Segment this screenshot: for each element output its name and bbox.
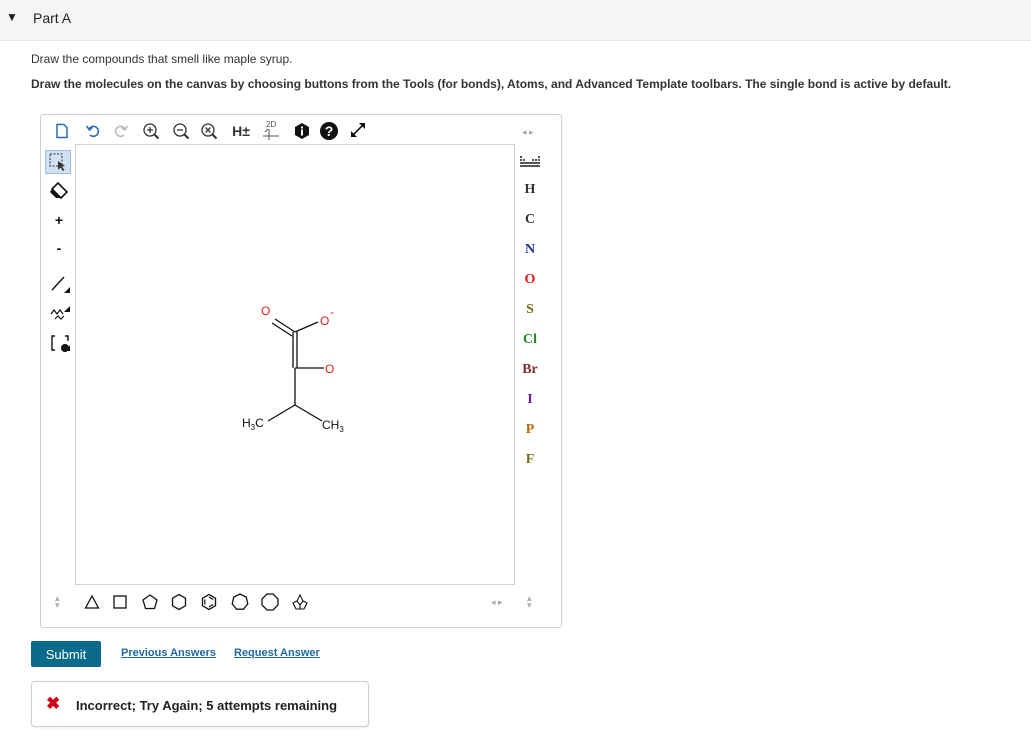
incorrect-icon: ✖ — [46, 694, 61, 713]
cyclobutane-template-icon[interactable] — [110, 592, 130, 612]
hydrogen-toggle-button[interactable]: H± — [228, 120, 254, 142]
atom-button-i[interactable]: I — [518, 389, 542, 411]
question-instructions: Draw the molecules on the canvas by choo… — [31, 77, 952, 91]
selection-tool-icon[interactable] — [45, 150, 71, 174]
increase-charge-button[interactable]: + — [47, 209, 71, 231]
oxide-oxygen-label[interactable]: O — [320, 314, 329, 328]
redo-icon[interactable] — [110, 120, 132, 142]
template-scroll-arrows-icon[interactable]: ◂ ▸ — [491, 598, 503, 607]
collapse-caret-icon[interactable]: ▼ — [6, 10, 18, 24]
zoom-reset-icon[interactable] — [198, 120, 220, 142]
chain-tool-icon[interactable] — [47, 303, 73, 325]
left-methyl-label[interactable]: H3C — [242, 416, 264, 432]
eraser-icon[interactable] — [47, 180, 71, 202]
info-icon[interactable] — [291, 120, 313, 142]
carbonyl-oxygen-label[interactable]: O — [261, 304, 270, 318]
oxide-charge-label: - — [330, 305, 334, 319]
left-toolbar-scroll-icon[interactable]: ▴ ▾ — [55, 594, 60, 610]
help-icon[interactable]: ? — [317, 120, 341, 142]
keto-oxygen-label[interactable]: O — [325, 362, 334, 376]
question-text: Draw the compounds that smell like maple… — [31, 52, 293, 66]
drawing-canvas[interactable]: O O - O H3C CH3 — [75, 144, 515, 585]
right-methyl-label[interactable]: CH3 — [322, 418, 344, 434]
atom-button-h[interactable]: H — [518, 179, 542, 201]
cyclooctane-template-icon[interactable] — [258, 592, 282, 612]
atom-button-p[interactable]: P — [518, 419, 542, 441]
clean-2d-icon[interactable]: 2D — [259, 118, 283, 142]
submit-button[interactable]: Submit — [31, 641, 101, 667]
cyclopropane-template-icon[interactable] — [82, 592, 102, 612]
help-label: ? — [324, 123, 334, 139]
decrease-charge-button[interactable]: - — [47, 237, 71, 259]
cycloheptane-template-icon[interactable] — [228, 592, 252, 612]
zoom-in-icon[interactable] — [140, 120, 162, 142]
request-answer-link[interactable]: Request Answer — [234, 647, 320, 659]
cyclohexane-template-icon[interactable] — [168, 592, 190, 612]
atom-button-c[interactable]: C — [518, 209, 542, 231]
atom-button-cl[interactable]: Cl — [518, 329, 542, 351]
molecule-structure: O O - O H3C CH3 — [242, 304, 344, 434]
toolbar-scroll-arrows-icon[interactable]: ◂ ▸ — [522, 128, 534, 137]
atom-button-f[interactable]: F — [518, 449, 542, 471]
zoom-out-icon[interactable] — [170, 120, 192, 142]
atom-button-n[interactable]: N — [518, 239, 542, 261]
single-bond-icon[interactable] — [47, 272, 73, 294]
new-document-icon[interactable] — [51, 120, 73, 142]
atom-button-br[interactable]: Br — [518, 359, 542, 381]
feedback-box: ✖ Incorrect; Try Again; 5 attempts remai… — [31, 681, 369, 727]
atom-button-o[interactable]: O — [518, 269, 542, 291]
bracket-tool-icon[interactable] — [47, 332, 73, 354]
custom-template-icon[interactable] — [289, 592, 311, 612]
fullscreen-icon[interactable] — [346, 119, 370, 141]
cyclopentane-template-icon[interactable] — [139, 592, 161, 612]
atom-button-s[interactable]: S — [518, 299, 542, 321]
part-header[interactable]: ▼ Part A — [0, 0, 1031, 41]
periodic-table-icon[interactable] — [518, 152, 542, 172]
part-title: Part A — [33, 10, 72, 26]
benzene-template-icon[interactable] — [198, 592, 220, 612]
clean-2d-label: 2D — [266, 120, 277, 129]
feedback-message: Incorrect; Try Again; 5 attempts remaini… — [76, 698, 338, 713]
right-toolbar-scroll-icon[interactable]: ▴ ▾ — [527, 594, 532, 610]
previous-answers-link[interactable]: Previous Answers — [121, 647, 216, 659]
undo-icon[interactable] — [82, 120, 104, 142]
